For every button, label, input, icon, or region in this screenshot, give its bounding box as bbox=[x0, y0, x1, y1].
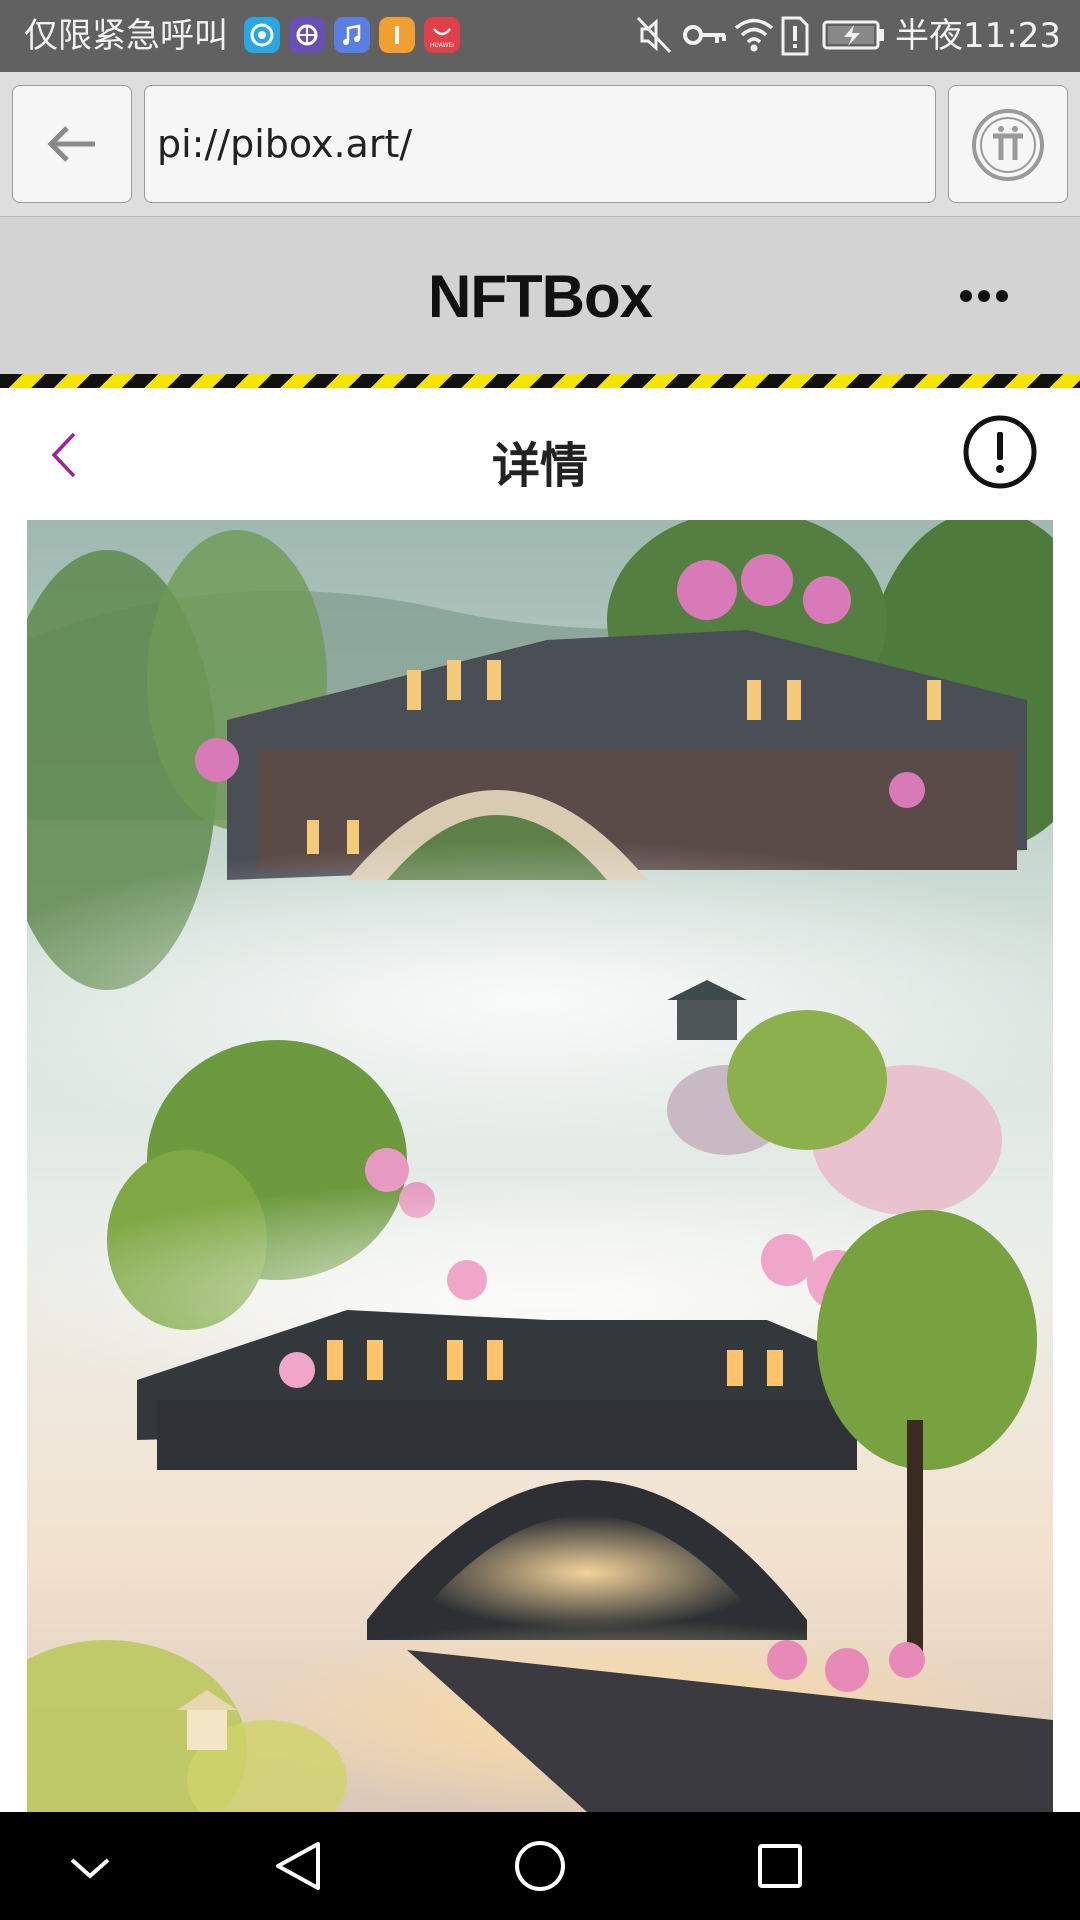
browser-bar: pi://pibox.art/ bbox=[0, 72, 1080, 216]
carrier-text: 仅限紧急呼叫 bbox=[24, 16, 228, 56]
clock: 半夜11:23 bbox=[895, 16, 1061, 56]
recents-square-icon[interactable] bbox=[720, 1812, 840, 1920]
sim-alert-icon bbox=[781, 16, 809, 56]
status-bar: 仅限紧急呼叫 HUAWEI 半夜11:23 bbox=[0, 0, 1080, 72]
chevron-down-icon[interactable] bbox=[30, 1812, 150, 1920]
wifi-icon bbox=[734, 18, 774, 52]
url-bar[interactable]: pi://pibox.art/ bbox=[144, 85, 936, 203]
hazard-stripe-divider bbox=[0, 374, 1080, 388]
key-icon bbox=[683, 25, 726, 45]
more-horizontal-icon[interactable] bbox=[958, 287, 1010, 305]
purple-app-icon bbox=[289, 17, 325, 53]
arrow-left-icon bbox=[47, 126, 95, 162]
artwork-illustration bbox=[27, 520, 1053, 1812]
music-icon bbox=[334, 17, 370, 53]
app-title: NFTBox bbox=[428, 263, 653, 330]
exclamation-circle-icon[interactable] bbox=[962, 414, 1038, 490]
pi-logo-icon bbox=[972, 109, 1044, 181]
battery-charging-icon bbox=[822, 20, 884, 50]
pi-browser-button[interactable] bbox=[948, 85, 1068, 203]
orange-app-icon bbox=[379, 17, 415, 53]
browser-back-button[interactable] bbox=[12, 85, 132, 203]
huawei-store-icon: HUAWEI bbox=[424, 17, 460, 53]
nft-artwork-image[interactable] bbox=[27, 520, 1053, 1812]
url-text[interactable]: pi://pibox.art/ bbox=[157, 122, 412, 166]
huawei-label: HUAWEI bbox=[430, 42, 454, 49]
detail-title: 详情 bbox=[491, 438, 588, 494]
system-navigation-bar bbox=[0, 1812, 1080, 1920]
back-triangle-icon[interactable] bbox=[240, 1812, 360, 1920]
home-circle-icon[interactable] bbox=[480, 1812, 600, 1920]
app-header: NFTBox bbox=[0, 216, 1080, 375]
mute-icon bbox=[636, 16, 672, 54]
sina-weibo-icon bbox=[244, 17, 280, 53]
detail-header: 详情 bbox=[0, 388, 1080, 520]
